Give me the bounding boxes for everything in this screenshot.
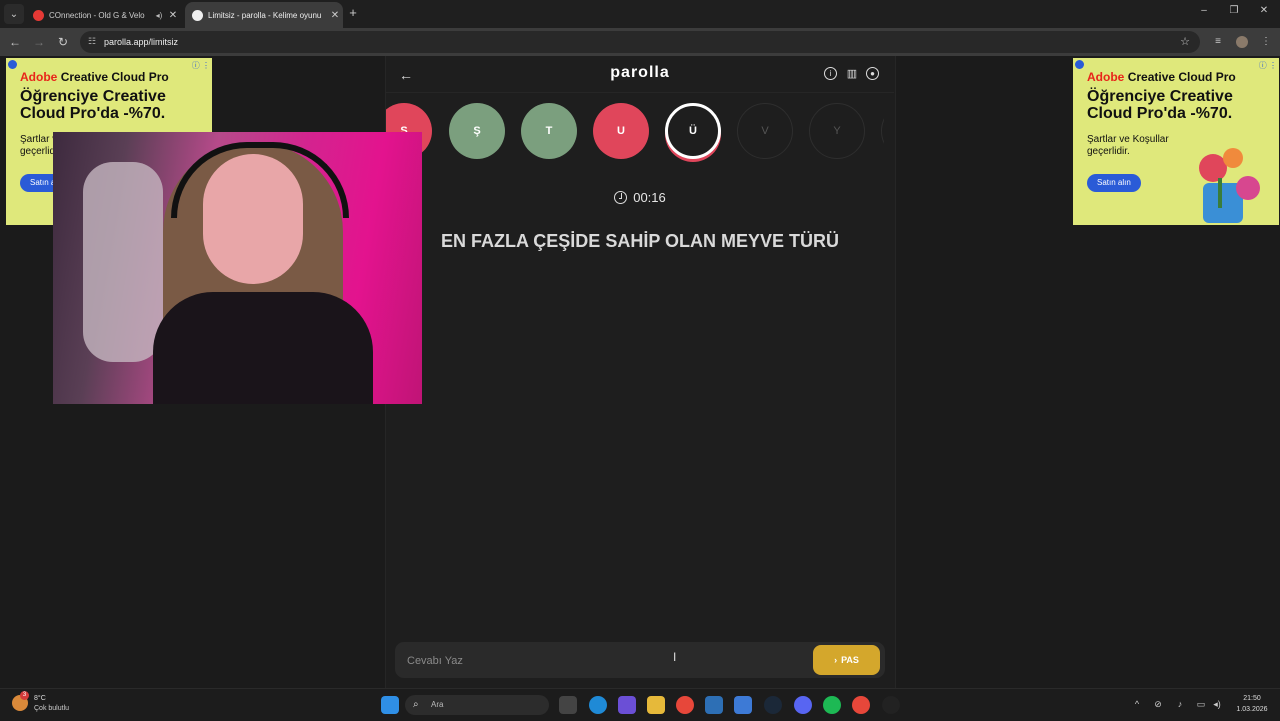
letter-circle: Ş (449, 103, 505, 159)
discord-icon[interactable] (794, 696, 812, 714)
steam-icon[interactable] (764, 696, 782, 714)
ad-brand: Adobe Creative Cloud Pro (1087, 70, 1236, 84)
pass-label: PAS (841, 655, 859, 665)
profile-avatar-icon[interactable] (1236, 36, 1248, 48)
gaming-chair (83, 162, 163, 362)
menu-kebab-icon[interactable]: ⋮ (1260, 36, 1272, 48)
pass-button[interactable]: › PAS (813, 645, 880, 675)
ad-info-icon[interactable]: ⓘ ⋮ (192, 60, 210, 71)
media-controls-icon[interactable]: ≡ (1212, 36, 1224, 48)
network-icon[interactable]: ⊘ (1152, 699, 1164, 710)
ad-info-icon[interactable]: ⓘ ⋮ (1259, 60, 1277, 71)
chrome-active-icon[interactable] (852, 696, 870, 714)
ad-headline: Öğrenciye Creative Cloud Pro'da -%70. (1087, 88, 1233, 122)
tab-connection[interactable]: COnnection - Old G & Velo ◂) ✕ (26, 2, 181, 28)
bookmark-star-icon[interactable]: ☆ (1180, 35, 1190, 48)
restore-icon[interactable]: ❐ (1226, 5, 1242, 16)
weather-widget[interactable]: 3 8°C Çok bulutlu (12, 691, 92, 717)
letter-circle: U (593, 103, 649, 159)
app-icon-2[interactable] (882, 696, 900, 714)
current-letter-circle: Ü (665, 103, 721, 159)
address-bar[interactable]: ☷ parolla.app/limitsiz ☆ (80, 31, 1200, 53)
tray-chevron-icon[interactable]: ^ (1131, 699, 1143, 709)
right-ad-banner[interactable]: ⓘ ⋮ Adobe Creative Cloud Pro Öğrenciye C… (1073, 58, 1279, 225)
clock-date: 1.03.2026 (1236, 706, 1268, 713)
tab-parolla[interactable]: Limitsiz - parolla - Kelime oyunu ✕ (185, 2, 343, 28)
taskbar-search[interactable]: ⌕ Ara (405, 695, 549, 715)
minimize-icon[interactable]: – (1196, 5, 1212, 16)
mic-icon[interactable]: ♪ (1174, 699, 1186, 709)
back-arrow-icon[interactable]: ← (399, 67, 413, 83)
letter-circle (881, 103, 884, 159)
letter-circle: T (521, 103, 577, 159)
speaker-icon[interactable]: ◂) (153, 11, 165, 20)
chrome-icon[interactable] (676, 696, 694, 714)
answer-bar: › PAS (395, 642, 885, 678)
ad-cta-button[interactable]: Satın alın (1087, 174, 1141, 192)
weather-temp: 8°C (34, 695, 46, 702)
ad-headline: Öğrenciye Creative Cloud Pro'da -%70. (20, 88, 166, 122)
chevron-right-icon: › (834, 655, 838, 665)
windows-taskbar: 3 8°C Çok bulutlu ⌕ Ara ^ ⊘ ♪ ▭ ◂) 21:50… (0, 688, 1280, 721)
clock-time: 21:50 (1243, 695, 1261, 702)
header-divider (385, 92, 894, 93)
webcam-overlay (53, 132, 422, 404)
profile-icon[interactable]: ● (866, 67, 879, 80)
ad-logo-icon (8, 60, 17, 69)
browser-toolbar: ← → ↻ ☷ parolla.app/limitsiz ☆ ≡ ⋮ (0, 28, 1280, 56)
youtube-favicon-icon (33, 9, 44, 21)
app-logo[interactable]: parolla (560, 64, 720, 82)
info-icon[interactable]: i (824, 67, 837, 80)
forward-icon[interactable]: → (32, 35, 46, 49)
url-text: parolla.app/limitsiz (104, 37, 179, 47)
close-tab-icon[interactable]: ✕ (165, 10, 181, 21)
file-explorer-icon[interactable] (647, 696, 665, 714)
ad-logo-icon (1075, 60, 1084, 69)
question-text: EN FAZLA ÇEŞİDE SAHİP OLAN MEYVE TÜRÜ (440, 231, 840, 251)
edge-icon[interactable] (589, 696, 607, 714)
streamer-body (153, 292, 373, 404)
task-view-icon[interactable] (559, 696, 577, 714)
app-icon[interactable] (705, 696, 723, 714)
clock-icon (614, 191, 628, 204)
system-clock[interactable]: 21:50 1.03.2026 (1230, 693, 1274, 715)
mail-icon[interactable] (734, 696, 752, 714)
flower-illustration (1199, 148, 1260, 223)
reload-icon[interactable]: ↻ (56, 35, 70, 49)
ad-brand: Adobe Creative Cloud Pro (20, 70, 169, 84)
weather-badge: 3 (20, 691, 29, 700)
tab-search-dropdown-icon[interactable]: ⌄ (4, 4, 24, 24)
store-icon[interactable] (618, 696, 636, 714)
close-tab-icon[interactable]: ✕ (327, 10, 343, 21)
volume-icon[interactable]: ◂) (1211, 699, 1223, 710)
timer: 00:16 (600, 190, 680, 205)
letter-circle: V (737, 103, 793, 159)
search-placeholder: Ara (431, 700, 444, 709)
browser-tab-strip: ⌄ COnnection - Old G & Velo ◂) ✕ Limitsi… (0, 0, 1280, 28)
display-icon[interactable]: ▭ (1195, 699, 1207, 710)
site-info-icon[interactable]: ☷ (88, 36, 96, 47)
letter-circle: Y (809, 103, 865, 159)
new-tab-icon[interactable]: + (346, 6, 360, 20)
parolla-favicon-icon (192, 9, 203, 21)
answer-input[interactable] (405, 650, 789, 672)
headset (171, 142, 349, 218)
letters-carousel: S Ş T U Ü V Y (386, 100, 884, 164)
tab-title: Limitsiz - parolla - Kelime oyunu (208, 10, 322, 20)
back-icon[interactable]: ← (8, 35, 22, 49)
spotify-icon[interactable] (823, 696, 841, 714)
tab-title: COnnection - Old G & Velo (49, 10, 145, 20)
stats-icon[interactable]: ▥ (845, 67, 859, 81)
search-icon: ⌕ (413, 699, 419, 710)
text-cursor-icon: I (673, 650, 677, 664)
windows-start-icon[interactable] (381, 696, 399, 714)
close-window-icon[interactable]: ✕ (1256, 5, 1272, 16)
timer-value: 00:16 (633, 190, 666, 205)
weather-condition: Çok bulutlu (34, 705, 70, 712)
